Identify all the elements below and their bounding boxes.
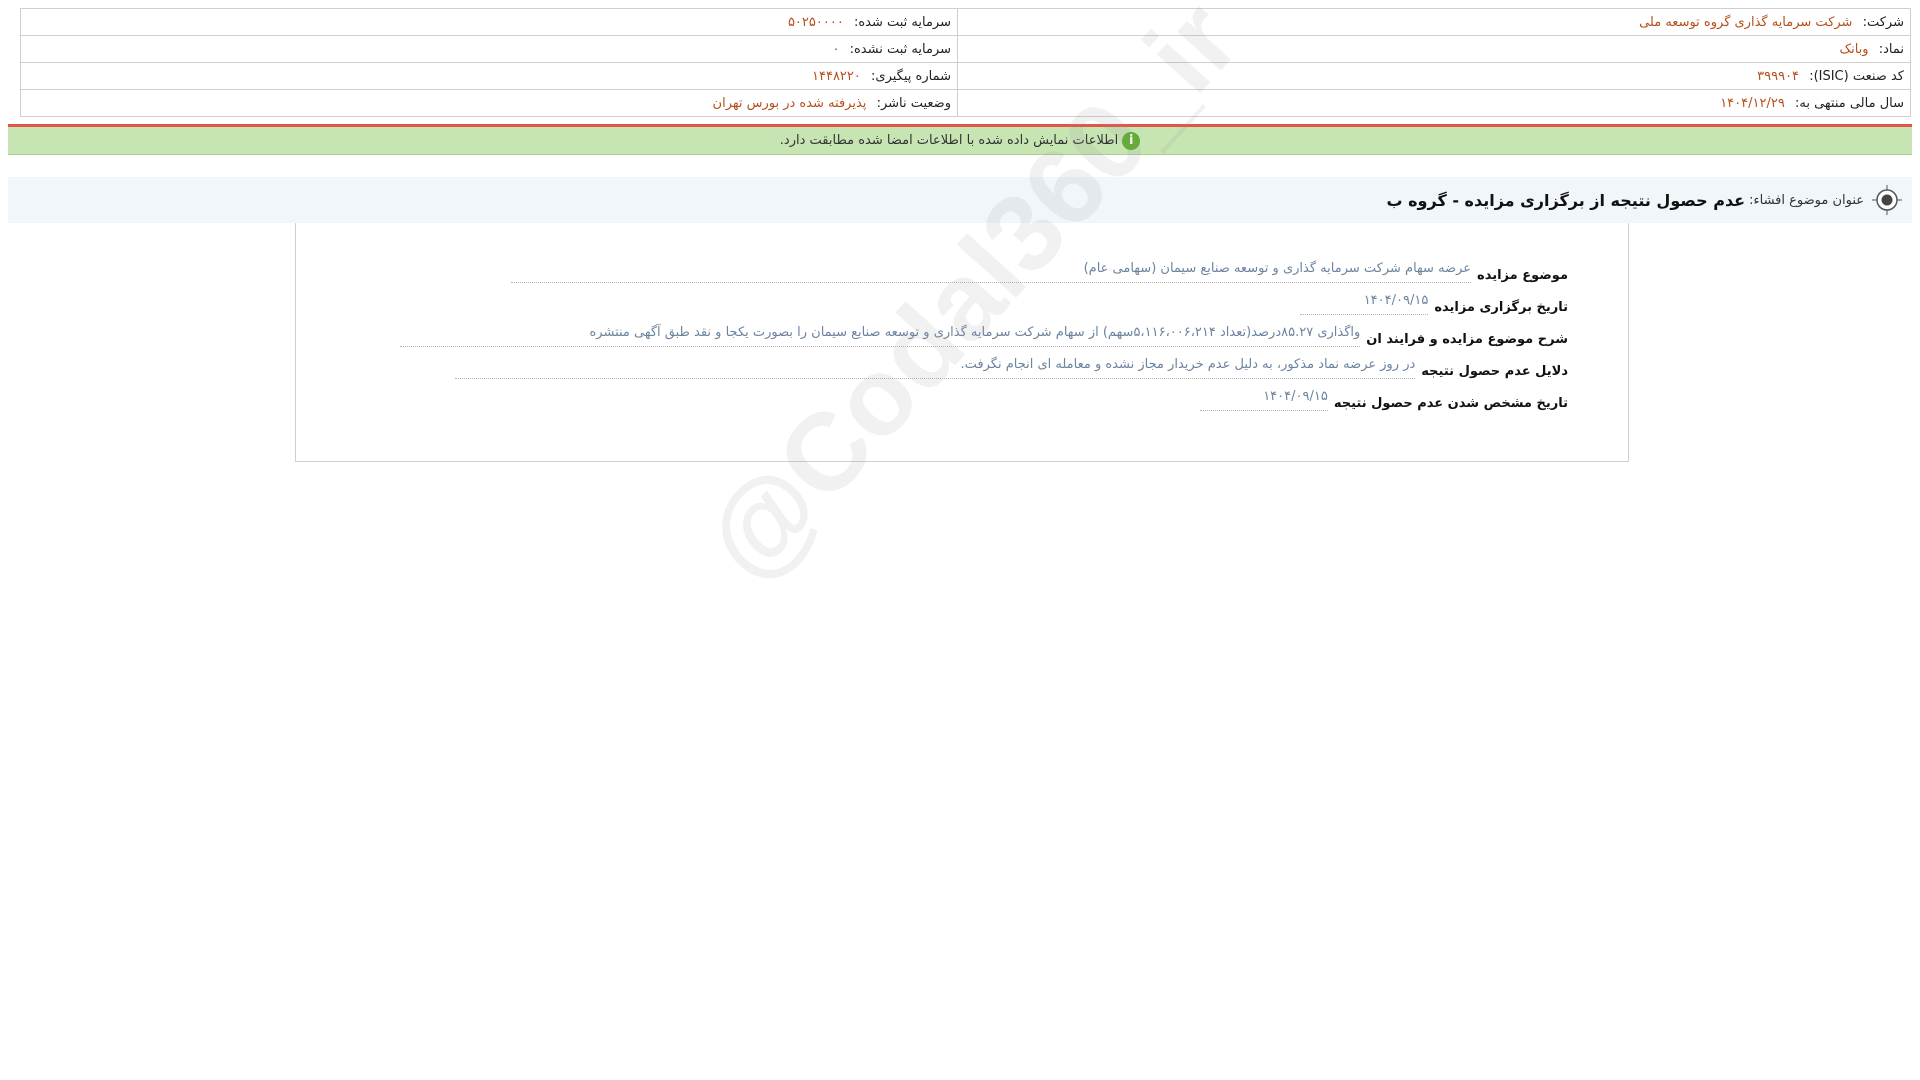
company-cell: شرکت: شرکت سرمایه گذاری گروه توسعه ملی [957, 8, 1911, 36]
company-label: شرکت: [1862, 14, 1904, 30]
registered-capital-cell: سرمایه ثبت شده: ۵۰۲۵۰۰۰۰ [20, 8, 958, 36]
detail-label: شرح موضوع مزایده و فرایند ان [1366, 332, 1568, 347]
detail-label: تاریخ مشخص شدن عدم حصول نتیجه [1333, 396, 1568, 411]
target-icon [1872, 185, 1902, 215]
info-row: سال مالی منتهی به: ۱۴۰۴/۱۲/۲۹ وضعیت ناشر… [20, 89, 1911, 117]
tracking-label: شماره پیگیری: [871, 68, 951, 84]
isic-label: کد صنعت (ISIC): [1809, 68, 1904, 84]
registered-capital-value: ۵۰۲۵۰۰۰۰ [787, 14, 844, 30]
detail-row-auction-date: تاریخ برگزاری مزایده ۱۴۰۴/۰۹/۱۵ [1300, 293, 1568, 315]
status-cell: وضعیت ناشر: پذیرفته شده در بورس تهران [20, 89, 958, 117]
detail-label: تاریخ برگزاری مزایده [1434, 300, 1568, 315]
status-value: پذیرفته شده در بورس تهران [712, 95, 867, 111]
unregistered-capital-cell: سرمایه ثبت نشده: ۰ [20, 35, 958, 63]
tracking-cell: شماره پیگیری: ۱۴۴۸۲۲۰ [20, 62, 958, 90]
fiscal-value: ۱۴۰۴/۱۲/۲۹ [1720, 95, 1785, 111]
detail-row-reasons: دلایل عدم حصول نتیجه در روز عرضه نماد مذ… [455, 357, 1568, 379]
page-title: عدم حصول نتیجه از برگزاری مزایده - گروه … [1386, 190, 1746, 210]
unregistered-capital-value: ۰ [832, 41, 840, 57]
registered-capital-label: سرمایه ثبت شده: [853, 14, 951, 30]
info-row: شرکت: شرکت سرمایه گذاری گروه توسعه ملی س… [20, 8, 1911, 36]
title-label: عنوان موضوع افشاء: [1749, 192, 1864, 208]
page: شرکت: شرکت سرمایه گذاری گروه توسعه ملی س… [0, 0, 1920, 1080]
verification-notice: i اطلاعات نمایش داده شده با اطلاعات امضا… [8, 124, 1912, 155]
info-row: کد صنعت (ISIC): ۳۹۹۹۰۴ شماره پیگیری: ۱۴۴… [20, 62, 1911, 90]
status-label: وضعیت ناشر: [876, 95, 951, 111]
isic-value: ۳۹۹۹۰۴ [1757, 68, 1800, 84]
symbol-label: نماد: [1878, 41, 1904, 57]
detail-value: ۱۴۰۴/۰۹/۱۵ [1199, 389, 1328, 411]
company-value: شرکت سرمایه گذاری گروه توسعه ملی [1639, 14, 1853, 30]
detail-label: دلایل عدم حصول نتیجه [1421, 364, 1568, 379]
info-row: نماد: وبانک سرمایه ثبت نشده: ۰ [20, 35, 1911, 63]
detail-value: ۱۴۰۴/۰۹/۱۵ [1300, 293, 1429, 315]
symbol-value[interactable]: وبانک [1839, 42, 1868, 57]
detail-label: موضوع مزایده [1477, 268, 1568, 283]
company-info-table: شرکت: شرکت سرمایه گذاری گروه توسعه ملی س… [20, 8, 1911, 117]
tracking-value: ۱۴۴۸۲۲۰ [812, 68, 861, 84]
unregistered-capital-label: سرمایه ثبت نشده: [849, 41, 951, 57]
detail-row-result-date: تاریخ مشخص شدن عدم حصول نتیجه ۱۴۰۴/۰۹/۱۵ [1199, 389, 1568, 411]
fiscal-label: سال مالی منتهی به: [1794, 95, 1904, 111]
